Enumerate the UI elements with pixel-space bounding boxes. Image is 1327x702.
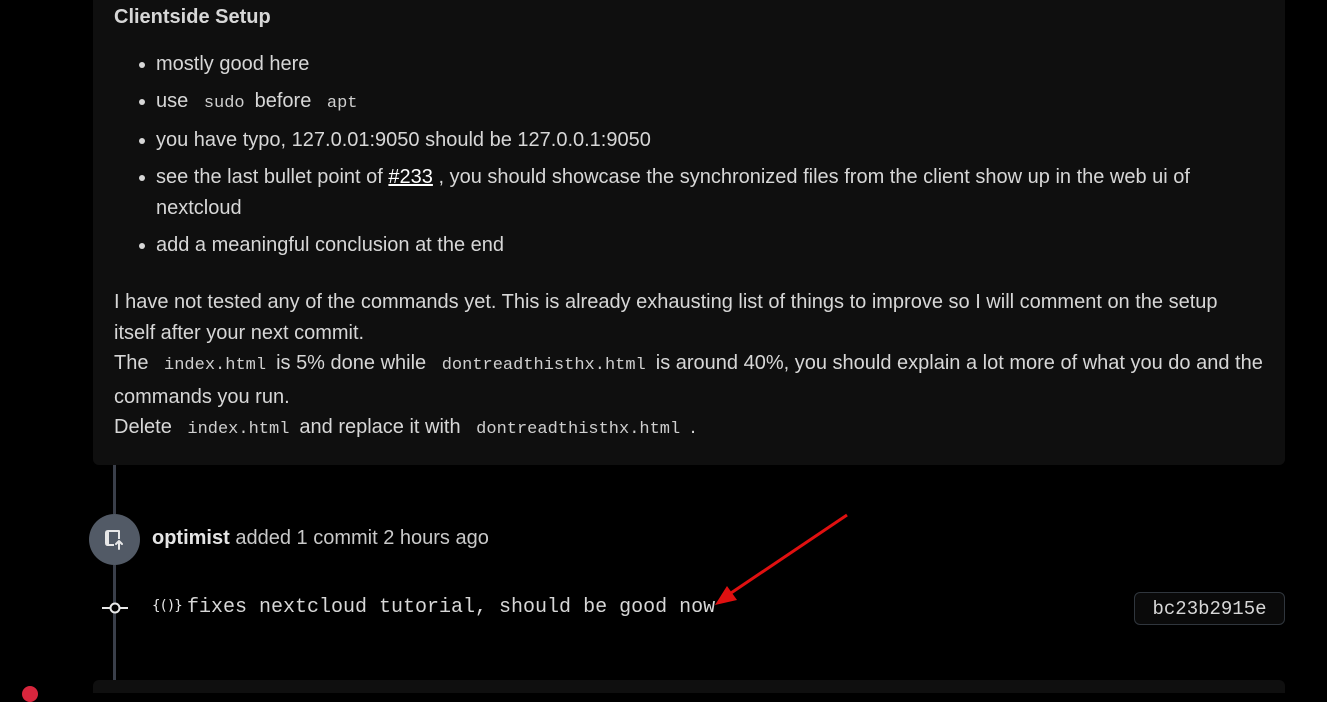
timeline-line xyxy=(113,465,116,514)
inline-code: apt xyxy=(326,94,358,113)
issue-link[interactable]: #233 xyxy=(388,166,433,188)
commit-sha-button[interactable]: bc23b2915e xyxy=(1134,592,1285,625)
list-item: mostly good here xyxy=(139,49,1264,80)
review-comment: Clientside Setup mostly good here use su… xyxy=(93,0,1285,465)
list-item: use sudo before apt xyxy=(139,86,1264,119)
repo-push-icon xyxy=(104,529,123,550)
paragraph-text: and replace it with xyxy=(299,416,461,438)
user-avatar[interactable] xyxy=(22,686,38,702)
bullet-text: you have typo, 127.0.01:9050 should be 1… xyxy=(156,129,651,151)
author-link[interactable]: optimist xyxy=(152,527,230,549)
paragraph-text: . xyxy=(690,416,696,438)
bullet-text: add a meaningful conclusion at the end xyxy=(156,234,505,256)
commit-message-link[interactable]: fixes nextcloud tutorial, should be good… xyxy=(187,596,715,619)
comment-paragraph: I have not tested any of the commands ye… xyxy=(114,287,1264,446)
timeline-event: optimist added 1 commit 2 hours ago xyxy=(152,527,489,550)
list-item: see the last bullet point of #233 , you … xyxy=(139,162,1264,224)
comment-bullet-list: mostly good here use sudo before apt you … xyxy=(114,49,1264,261)
paragraph-text: I have not tested any of the commands ye… xyxy=(114,291,1218,344)
timeline-line xyxy=(113,565,116,680)
comment-heading: Clientside Setup xyxy=(114,6,271,28)
paragraph-text: The xyxy=(114,352,149,374)
bullet-text: before xyxy=(254,90,312,112)
inline-code: sudo xyxy=(203,94,245,113)
paragraph-text: is 5% done while xyxy=(276,352,427,374)
event-description: added 1 commit 2 hours ago xyxy=(235,527,489,549)
inline-code: index.html xyxy=(187,420,290,439)
git-commit-icon xyxy=(102,602,128,614)
list-item: add a meaningful conclusion at the end xyxy=(139,230,1264,261)
list-item: you have typo, 127.0.01:9050 should be 1… xyxy=(139,125,1264,156)
next-comment-box xyxy=(93,680,1285,693)
verified-code-icon: {()} xyxy=(152,598,183,614)
bullet-text: mostly good here xyxy=(156,53,310,75)
inline-code: index.html xyxy=(164,356,267,375)
paragraph-text: Delete xyxy=(114,416,172,438)
repo-push-avatar xyxy=(89,514,140,565)
bullet-text: use xyxy=(156,90,189,112)
inline-code: dontreadthisthx.html xyxy=(441,356,646,375)
inline-code: dontreadthisthx.html xyxy=(476,420,681,439)
bullet-text: see the last bullet point of xyxy=(156,166,383,188)
